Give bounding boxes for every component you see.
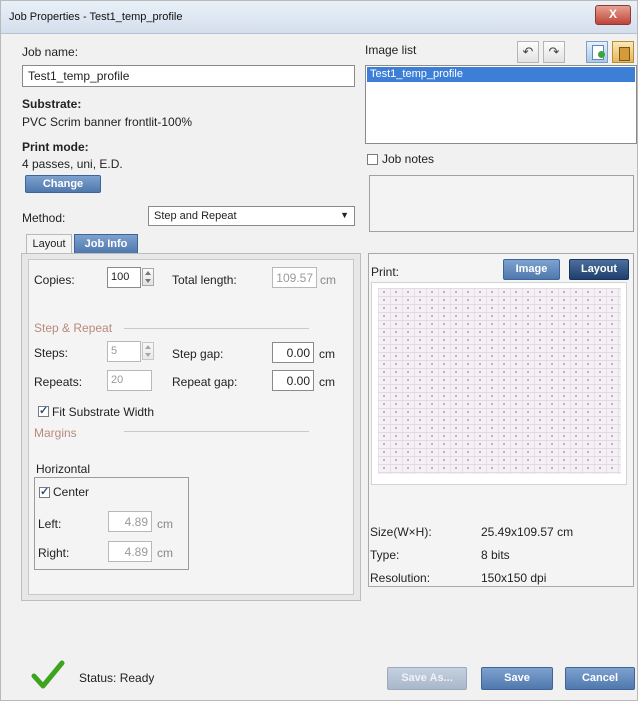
- image-list-item[interactable]: Test1_temp_profile: [367, 67, 635, 82]
- total-length-label: Total length:: [172, 273, 237, 287]
- image-view-button[interactable]: Image: [503, 259, 560, 280]
- undo-icon[interactable]: ↶: [517, 41, 539, 63]
- job-notes-checkbox[interactable]: [367, 154, 378, 165]
- center-checkbox[interactable]: [39, 485, 50, 498]
- total-length-input[interactable]: 109.57: [272, 267, 317, 288]
- left-margin-unit: cm: [157, 517, 173, 531]
- step-repeat-divider: [124, 328, 309, 329]
- type-value: 8 bits: [481, 548, 510, 562]
- print-mode-label: Print mode:: [22, 140, 89, 154]
- fit-substrate-label: Fit Substrate Width: [52, 405, 155, 419]
- step-gap-input[interactable]: 0.00: [272, 342, 314, 363]
- add-image-icon[interactable]: [586, 41, 608, 63]
- change-button[interactable]: Change: [25, 175, 101, 193]
- steps-input[interactable]: 5: [107, 341, 141, 362]
- checkmark-icon: [31, 658, 65, 692]
- job-name-label: Job name:: [22, 45, 79, 59]
- chevron-down-icon: ▼: [340, 210, 349, 220]
- tab-job-info[interactable]: Job Info: [74, 234, 138, 254]
- print-preview-tile-grid: [378, 288, 621, 474]
- center-label: Center: [53, 485, 90, 499]
- save-button[interactable]: Save: [481, 667, 553, 690]
- copies-stepper[interactable]: [142, 268, 154, 286]
- method-label: Method:: [22, 211, 66, 225]
- right-margin-label: Right:: [38, 546, 70, 560]
- size-value: 25.49x109.57 cm: [481, 525, 574, 539]
- step-gap-label: Step gap:: [172, 347, 224, 361]
- image-list-label: Image list: [365, 43, 417, 57]
- status-label: Status: Ready: [79, 671, 155, 685]
- print-mode-value: 4 passes, uni, E.D.: [22, 157, 123, 171]
- window-title: Job Properties - Test1_temp_profile: [9, 11, 183, 23]
- cancel-button[interactable]: Cancel: [565, 667, 635, 690]
- steps-stepper[interactable]: [142, 342, 154, 360]
- size-label: Size(W×H):: [370, 525, 432, 539]
- method-select-value: Step and Repeat: [154, 210, 237, 222]
- close-button[interactable]: X: [595, 5, 631, 25]
- type-label: Type:: [370, 548, 400, 562]
- fit-substrate-checkbox[interactable]: [38, 404, 49, 417]
- repeats-label: Repeats:: [34, 375, 83, 389]
- repeat-gap-unit: cm: [319, 375, 335, 389]
- image-list[interactable]: Test1_temp_profile: [365, 65, 637, 144]
- margins-divider: [124, 431, 309, 432]
- left-margin-label: Left:: [38, 517, 62, 531]
- redo-icon[interactable]: ↷: [543, 41, 565, 63]
- copies-input[interactable]: 100: [107, 267, 141, 288]
- save-as-button[interactable]: Save As...: [387, 667, 467, 690]
- step-gap-unit: cm: [319, 347, 335, 361]
- job-notes-label: Job notes: [382, 152, 435, 166]
- method-select[interactable]: Step and Repeat ▼: [148, 206, 355, 226]
- repeat-gap-label: Repeat gap:: [172, 375, 238, 389]
- resolution-label: Resolution:: [370, 571, 431, 585]
- title-bar: Job Properties - Test1_temp_profile X: [1, 1, 637, 34]
- right-margin-unit: cm: [157, 546, 173, 560]
- job-notes-textarea[interactable]: [369, 175, 634, 232]
- margins-section-title: Margins: [34, 426, 77, 440]
- print-label: Print:: [371, 265, 400, 279]
- copies-label: Copies:: [34, 273, 75, 287]
- resolution-value: 150x150 dpi: [481, 571, 547, 585]
- right-margin-input[interactable]: 4.89: [108, 541, 152, 562]
- steps-label: Steps:: [34, 346, 69, 360]
- layout-view-button[interactable]: Layout: [569, 259, 629, 280]
- tab-layout[interactable]: Layout: [26, 234, 72, 254]
- delete-image-icon[interactable]: [612, 41, 634, 63]
- repeats-input[interactable]: 20: [107, 370, 152, 391]
- left-margin-input[interactable]: 4.89: [108, 511, 152, 532]
- job-properties-window: Job Properties - Test1_temp_profile X Jo…: [0, 0, 638, 701]
- substrate-label: Substrate:: [22, 97, 82, 111]
- repeat-gap-input[interactable]: 0.00: [272, 370, 314, 391]
- total-length-unit: cm: [320, 273, 336, 287]
- horizontal-label: Horizontal: [36, 462, 91, 476]
- print-preview: [371, 282, 627, 485]
- substrate-value: PVC Scrim banner frontlit-100%: [22, 115, 193, 129]
- job-name-input[interactable]: Test1_temp_profile: [22, 65, 355, 87]
- step-repeat-section-title: Step & Repeat: [34, 321, 113, 335]
